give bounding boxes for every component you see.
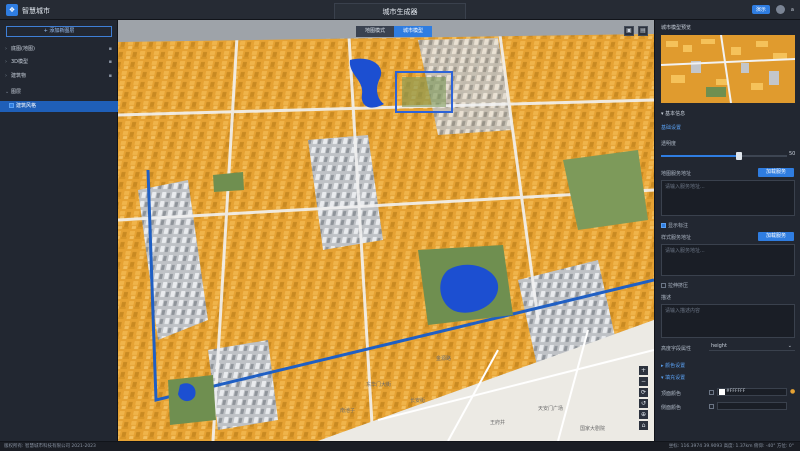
layer-label: 底图(地图) [11,46,35,52]
layer-visible-checkbox[interactable] [9,103,14,108]
checkbox-label: 拉伸挤压 [668,283,689,289]
app-name: 智慧城市 [22,7,50,15]
tab-map-mode[interactable]: 地图模式 [356,26,394,37]
trash-icon[interactable]: ▪ [109,44,112,55]
top-color-input[interactable]: #FFFFFF [717,388,787,396]
load-tileset-button[interactable]: 加载服务 [758,168,794,177]
map-label: 国家大剧院 [580,425,605,432]
opacity-slider-fill [661,155,740,157]
style-url-input[interactable]: 请输入服务地址... [661,244,795,276]
top-right-tools: 演示 a [751,5,794,14]
trash-icon[interactable]: ▪ [109,57,112,68]
side-color-checkbox[interactable] [709,404,714,409]
tab-city-model[interactable]: 城市模型 [394,26,432,37]
top-bar: ❖ 智慧城市 城市生成器 演示 a [0,0,800,20]
layer-item-basemap[interactable]: › 底图(地图) ▪ [0,44,118,55]
opacity-slider-knob[interactable] [736,152,743,160]
user-name[interactable]: a [791,7,794,13]
demo-badge[interactable]: 演示 [751,5,770,14]
side-color-input[interactable] [717,402,787,410]
layer-label: 建筑物 [11,73,27,79]
layer-item-group[interactable]: ⌄ 图层 [0,87,118,98]
load-style-button[interactable]: 加载服务 [758,232,794,241]
layer-panel: + 添加新图层 › 底图(地图) ▪ › 3D模型 ▪ › 建筑物 ▪ ⌄ 图层 建筑风… [0,20,118,441]
fill-settings-section[interactable]: ▾ 填充设置 [661,374,685,381]
section-label: 填充设置 [665,375,686,381]
layer-item-3d-model[interactable]: › 3D模型 ▪ [0,57,118,68]
color-picker-icon[interactable]: ● [790,388,795,395]
subsection-basic-settings[interactable]: 基础设置 [661,124,681,131]
style-url-label: 样式服务地址 [661,235,692,241]
home-icon[interactable]: ⌂ [639,421,648,430]
layer-label: 建筑风格 [16,103,37,109]
rotate-icon[interactable]: ⟳ [639,388,648,397]
description-input[interactable]: 请输入描述内容 [661,304,795,338]
select-value: height [711,343,727,349]
color-settings-section[interactable]: ▸ 颜色设置 [661,362,685,369]
trash-icon[interactable]: ▪ [109,71,112,82]
tileset-url-label: 地图服务地址 [661,171,692,177]
layer-label: 图层 [11,89,22,95]
zoom-out-button[interactable]: − [639,377,648,386]
reset-view-icon[interactable]: ↺ [639,399,648,408]
zoom-in-button[interactable]: + [639,366,648,375]
status-bar: 版权所有: 智慧城市科技有限公司 2021-2023 坐标: 116.3974 … [0,441,800,451]
add-layer-button[interactable]: + 添加新图层 [6,26,112,37]
top-color-checkbox[interactable] [709,390,714,395]
coordinate-readout: 坐标: 116.3974 39.9093 高度: 1.37km 俯仰: -40°… [668,444,794,449]
section-title-basic[interactable]: ▾ 基本信息 [661,110,685,117]
section-label: 颜色设置 [665,363,686,369]
map-label: 长安街 [410,397,425,404]
preview-image [661,35,795,103]
delete-icon[interactable]: ▤ [638,26,648,36]
save-icon[interactable]: ▣ [624,26,634,36]
view-mode-tabs: 地图模式 城市模型 [356,26,432,37]
avatar[interactable] [775,5,785,14]
height-field-label: 高度字段属性 [661,346,692,352]
show-label-row[interactable]: 显示标注 [661,222,688,229]
chevron-down-icon: ⌄ [787,343,792,349]
map-label: 天安门广场 [538,405,563,412]
map-label: 南池子 [340,407,355,414]
checkbox-label: 显示标注 [668,223,689,229]
properties-panel: 城市模型预览 ▾ 基本信息 基础设置 透明度 50 地图服务地址 加载服务 请输… [654,20,800,441]
top-color-value: #FFFFFF [726,389,746,394]
city-3d-scene[interactable]: 金源路 东华门大街 长安街 南池子 王府井 天安门广场 国家大剧院 [118,20,654,441]
opacity-value: 50 [789,151,796,157]
map-viewport[interactable]: 金源路 东华门大街 长安街 南池子 王府井 天安门广场 国家大剧院 地图模式 城… [118,20,654,441]
opacity-slider[interactable] [661,152,787,160]
section-title-text: 基本信息 [665,111,686,117]
opacity-label: 透明度 [661,141,677,147]
side-color-label: 侧面颜色 [661,405,682,411]
description-label: 描述 [661,295,672,301]
map-label: 东华门大街 [366,381,391,388]
top-color-swatch[interactable] [719,389,725,395]
app-logo-icon: ❖ [6,4,18,16]
layer-item-buildings[interactable]: › 建筑物 ▪ [0,71,118,82]
layer-label: 3D模型 [11,59,29,65]
layer-item-building-style[interactable]: 建筑风格 [0,101,118,112]
show-label-checkbox[interactable] [661,223,666,228]
tileset-url-input[interactable]: 请输入服务地址... [661,180,795,216]
extrude-checkbox[interactable] [661,283,666,288]
page-title: 城市生成器 [334,3,466,19]
height-field-select[interactable]: height ⌄ [709,342,795,351]
copyright-text: 版权所有: 智慧城市科技有限公司 2021-2023 [4,444,96,449]
map-label: 王府井 [490,419,505,426]
locate-icon[interactable]: ⊕ [639,410,648,419]
top-color-label: 顶面颜色 [661,391,682,397]
extrude-row[interactable]: 拉伸挤压 [661,282,688,289]
model-preview-thumbnail [661,35,795,103]
map-label: 金源路 [436,355,451,362]
preview-title: 城市模型预览 [661,25,692,31]
